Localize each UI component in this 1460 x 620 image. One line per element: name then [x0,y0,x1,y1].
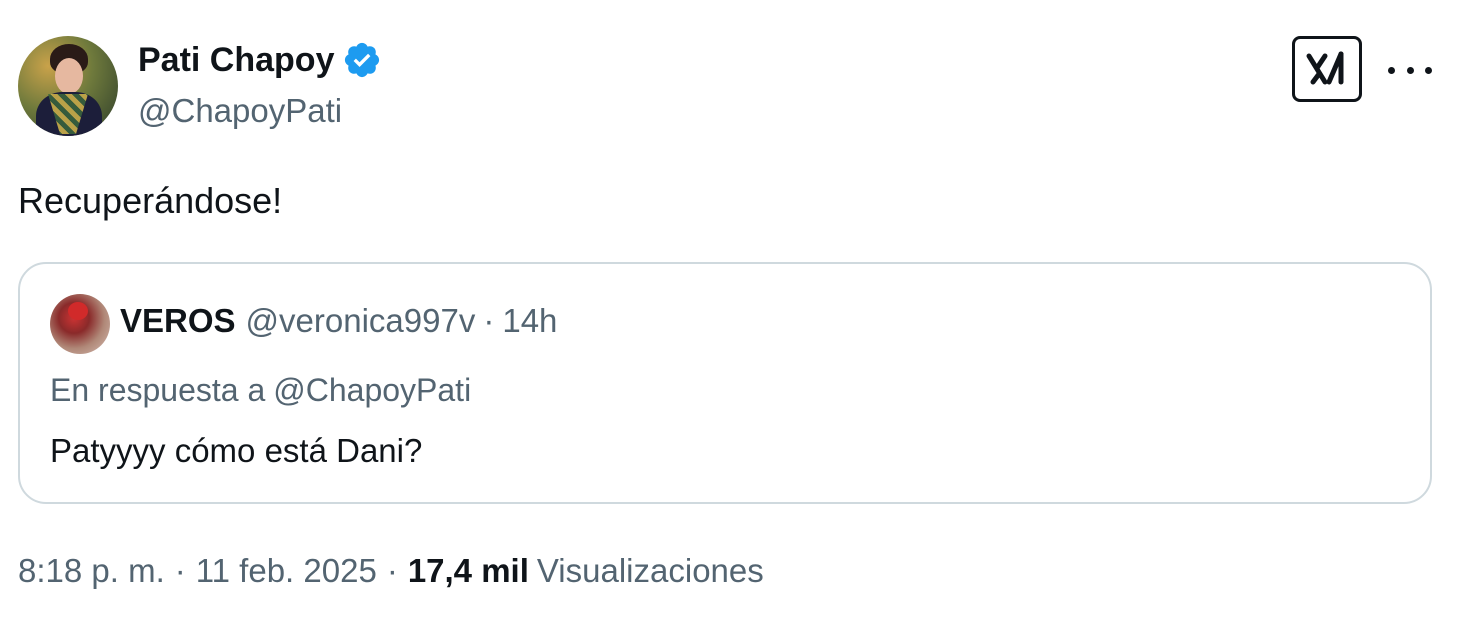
author-handle[interactable]: @ChapoyPati [138,92,342,130]
quoted-tweet-text: Patyyyy cómo está Dani? [50,432,423,469]
quoted-handle[interactable]: @veronica997v [246,302,476,340]
views-label: Visualizaciones [536,552,764,589]
quoted-tweet-header: VEROS @veronica997v · 14h [120,302,557,340]
views-count: 17,4 mil [407,552,529,589]
quoted-timestamp[interactable]: 14h [502,302,557,340]
avatar-face [55,58,83,94]
author-name-row[interactable]: Pati Chapoy [138,40,382,80]
quoted-author-avatar[interactable] [50,294,110,354]
reply-prefix: En respuesta a [50,372,266,408]
tweet[interactable]: Pati Chapoy @ChapoyPati Recuperándose! V… [0,0,1460,620]
more-dot [1425,66,1432,74]
author-display-name[interactable]: Pati Chapoy [138,41,334,80]
avatar-flower [68,302,88,320]
author-avatar[interactable] [18,36,118,136]
verified-badge-icon[interactable] [342,40,382,80]
reply-to-handle: @ChapoyPati [273,372,472,408]
tweet-text: Recuperándose! [18,180,283,221]
tweet-time[interactable]: 8:18 p. m. [18,552,165,590]
grok-icon[interactable] [1292,36,1362,102]
tweet-date[interactable]: 11 feb. 2025 [196,552,377,590]
quoted-tweet[interactable]: VEROS @veronica997v · 14h En respuesta a… [18,262,1432,504]
quoted-display-name[interactable]: VEROS [120,302,236,340]
quoted-reply-context: En respuesta a @ChapoyPati [50,372,471,409]
tweet-metadata: 8:18 p. m. · 11 feb. 2025 · 17,4 mil Vis… [18,552,764,590]
separator-dot: · [174,552,186,589]
separator-dot: · [386,552,398,589]
more-dot [1406,66,1414,74]
separator-dot: · [483,302,495,339]
more-options-icon[interactable] [1388,58,1432,82]
more-dot [1388,66,1395,74]
